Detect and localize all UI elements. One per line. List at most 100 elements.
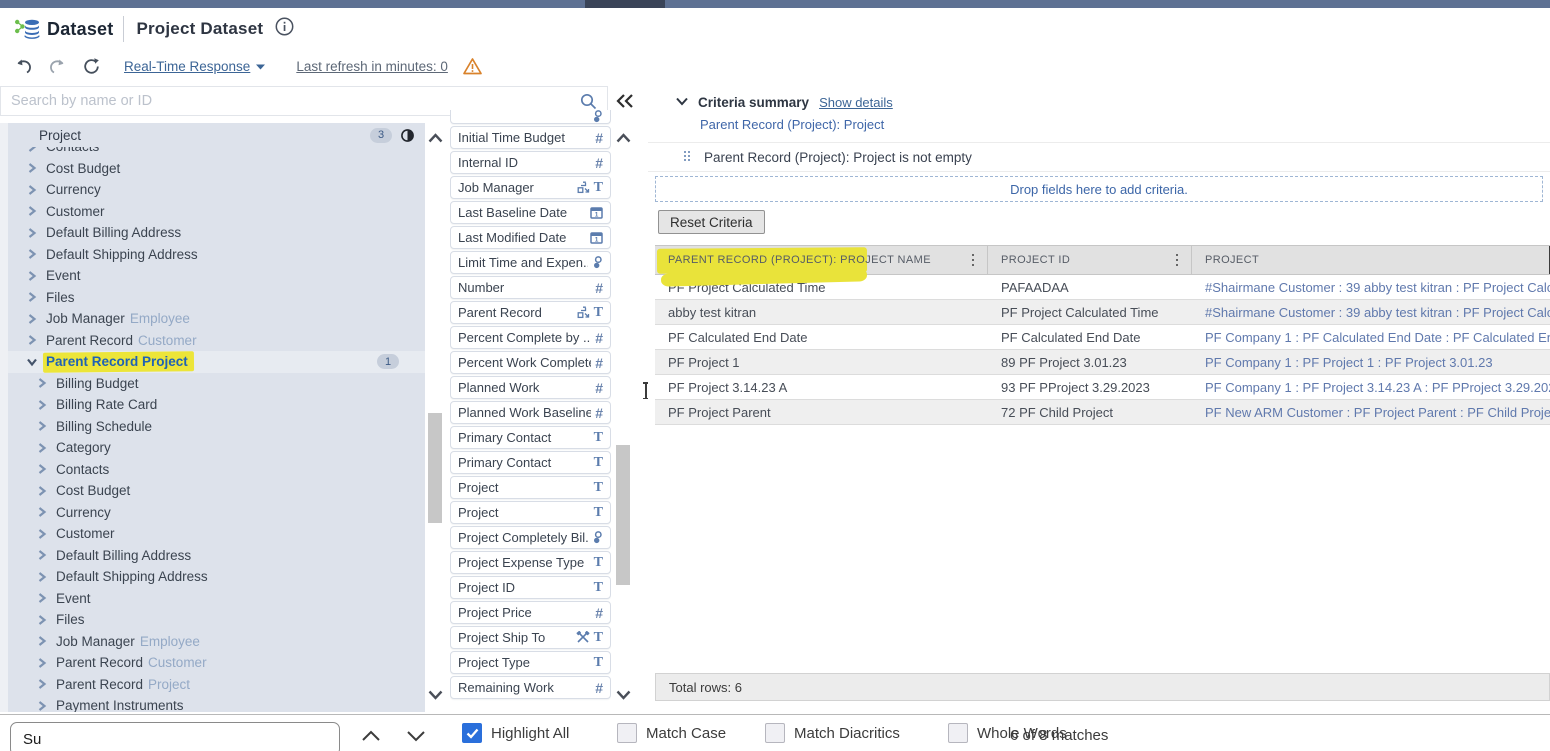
refresh-button[interactable] [78, 55, 104, 79]
tree-item-event[interactable]: Event [8, 588, 425, 610]
chevron-right-icon[interactable] [36, 657, 48, 669]
tree-item-default-billing-address[interactable]: Default Billing Address [8, 545, 425, 567]
highlight-all-checkbox[interactable]: Highlight All [462, 723, 569, 743]
tree-item-parent-record-customer[interactable]: Parent Record Customer [8, 330, 425, 352]
tree-item-parent-record-project[interactable]: Parent Record Project [8, 674, 425, 696]
project-link-cell[interactable]: #Shairmane Customer : 39 abby test kitra… [1192, 275, 1550, 299]
chevron-right-icon[interactable] [26, 313, 38, 325]
tree-scroll-up-icon[interactable] [426, 129, 444, 147]
tree-item-customer[interactable]: Customer [8, 523, 425, 545]
chevron-right-icon[interactable] [36, 635, 48, 647]
field-chip-internal-id[interactable]: Internal ID # [450, 151, 611, 174]
tree-item-event[interactable]: Event [8, 265, 425, 287]
tree-item-job-manager-employee[interactable]: Job Manager Employee [8, 308, 425, 330]
chevron-right-icon[interactable] [36, 506, 48, 518]
criteria-dropzone[interactable]: Drop fields here to add criteria. [655, 176, 1543, 202]
match-case-checkbox[interactable]: Match Case [617, 723, 726, 743]
field-chip-planned-work[interactable]: Planned Work # [450, 376, 611, 399]
tree-item-job-manager-employee[interactable]: Job Manager Employee [8, 631, 425, 653]
checkbox-icon[interactable] [948, 723, 968, 743]
tree-item-currency[interactable]: Currency [8, 502, 425, 524]
chevron-right-icon[interactable] [36, 485, 48, 497]
visibility-toggle-icon[interactable] [400, 128, 415, 143]
chevron-right-icon[interactable] [26, 162, 38, 174]
chevron-right-icon[interactable] [36, 463, 48, 475]
checkbox-icon[interactable] [765, 723, 785, 743]
table-row[interactable]: PF Project 1 89 PF Project 3.01.23 PF Comp… [655, 350, 1550, 375]
match-diacritics-checkbox[interactable]: Match Diacritics [765, 723, 900, 743]
chevron-down-icon[interactable] [26, 356, 38, 368]
tree-item-files[interactable]: Files [8, 609, 425, 631]
field-chip-last-baseline-date[interactable]: Last Baseline Date 1 [450, 201, 611, 224]
reset-criteria-button[interactable]: Reset Criteria [658, 210, 765, 234]
tree-item-billing-schedule[interactable]: Billing Schedule [8, 416, 425, 438]
tree-item-parent-record-customer[interactable]: Parent Record Customer [8, 652, 425, 674]
tree-scroll-thumb[interactable] [428, 413, 442, 523]
project-link-cell[interactable]: PF Company 1 : PF Project 1 : PF Project… [1192, 350, 1550, 374]
chevron-right-icon[interactable] [26, 227, 38, 239]
tree-item-project-root[interactable]: Project 3 [8, 123, 425, 147]
table-row[interactable]: PF Project Parent 72 PF Child Project PF N… [655, 400, 1550, 425]
chevron-right-icon[interactable] [36, 377, 48, 389]
column-menu-icon[interactable] [969, 250, 978, 271]
column-header-project[interactable]: PROJECT [1192, 246, 1550, 274]
field-chip-primary-contact[interactable]: Primary Contact T [450, 426, 611, 449]
chevron-right-icon[interactable] [26, 184, 38, 196]
tree-item-parent-record-project[interactable]: Parent Record Project 1 [8, 351, 425, 374]
tree-item-contacts[interactable]: Contacts [8, 459, 425, 481]
chevron-right-icon[interactable] [36, 442, 48, 454]
field-chip-last-modified-date[interactable]: Last Modified Date 1 [450, 226, 611, 249]
field-chip-limit-time-and-expen[interactable]: Limit Time and Expen... [450, 251, 611, 274]
chips-scroll-thumb[interactable] [616, 445, 630, 585]
chips-scroll-down-icon[interactable] [614, 686, 632, 704]
field-chip-clipped[interactable] [450, 110, 611, 124]
field-chip-project-expense-type[interactable]: Project Expense Type T [450, 551, 611, 574]
chips-scroll-up-icon[interactable] [614, 129, 632, 147]
find-next-icon[interactable] [400, 725, 432, 747]
chevron-right-icon[interactable] [36, 399, 48, 411]
tree-item-default-billing-address[interactable]: Default Billing Address [8, 222, 425, 244]
chevron-right-icon[interactable] [36, 614, 48, 626]
table-row[interactable]: abby test kitran PF Project Calculated Ti… [655, 300, 1550, 325]
field-chip-remaining-work[interactable]: Remaining Work # [450, 676, 611, 699]
tree-item-category[interactable]: Category [8, 437, 425, 459]
tree-item-billing-rate-card[interactable]: Billing Rate Card [8, 394, 425, 416]
chevron-right-icon[interactable] [26, 248, 38, 260]
chevron-right-icon[interactable] [26, 270, 38, 282]
tree-item-default-shipping-address[interactable]: Default Shipping Address [8, 566, 425, 588]
chevron-right-icon[interactable] [36, 678, 48, 690]
field-chip-parent-record[interactable]: Parent Record T [450, 301, 611, 324]
criteria-rule-row[interactable]: Parent Record (Project): Project is not … [648, 142, 1550, 172]
project-link-cell[interactable]: #Shairmane Customer : 39 abby test kitra… [1192, 300, 1550, 324]
project-link-cell[interactable]: PF New ARM Customer : PF Project Parent … [1192, 400, 1550, 424]
chevron-right-icon[interactable] [26, 334, 38, 346]
tree-item-cost-budget[interactable]: Cost Budget [8, 480, 425, 502]
checkbox-icon[interactable] [617, 723, 637, 743]
tree-scroll-down-icon[interactable] [426, 686, 444, 704]
field-chip-project-completely-bil[interactable]: Project Completely Bil... [450, 526, 611, 549]
field-chip-initial-time-budget[interactable]: Initial Time Budget # [450, 126, 611, 149]
field-chip-project-ship-to[interactable]: Project Ship To T [450, 626, 611, 649]
field-chip-project-type[interactable]: Project Type T [450, 651, 611, 674]
chevron-right-icon[interactable] [36, 700, 48, 712]
chevron-right-icon[interactable] [36, 528, 48, 540]
tree-item-files[interactable]: Files [8, 287, 425, 309]
chevron-right-icon[interactable] [26, 291, 38, 303]
info-icon[interactable] [275, 17, 294, 41]
chevron-right-icon[interactable] [26, 205, 38, 217]
redo-button[interactable] [44, 55, 70, 79]
field-chip-project[interactable]: Project T [450, 476, 611, 499]
drag-handle-icon[interactable] [684, 151, 692, 163]
response-mode-dropdown[interactable]: Real-Time Response [124, 59, 250, 74]
column-header-parent-record[interactable]: PARENT RECORD (PROJECT): PROJECT NAME [655, 246, 988, 287]
tree-item-billing-budget[interactable]: Billing Budget [8, 373, 425, 395]
field-chip-planned-work-baseline[interactable]: Planned Work Baseline # [450, 401, 611, 424]
undo-button[interactable] [10, 55, 36, 79]
column-menu-icon[interactable] [1173, 250, 1182, 271]
table-row[interactable]: PF Calculated End Date PF Calculated End … [655, 325, 1550, 350]
column-header-project-id[interactable]: PROJECT ID [988, 246, 1192, 274]
chevron-down-icon[interactable] [255, 58, 266, 76]
chevron-right-icon[interactable] [36, 549, 48, 561]
field-chip-percent-work-complete[interactable]: Percent Work Complete # [450, 351, 611, 374]
tree-item-customer[interactable]: Customer [8, 201, 425, 223]
